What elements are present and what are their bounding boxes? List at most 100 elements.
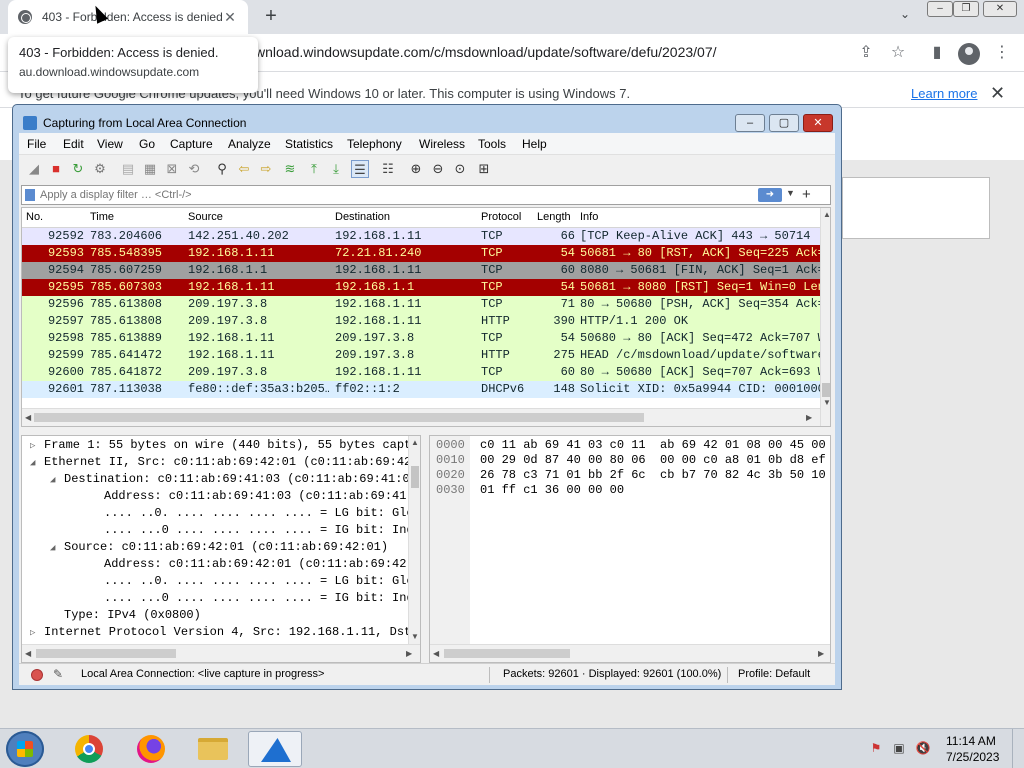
menu-analyze[interactable]: Analyze xyxy=(228,137,271,151)
packet-row[interactable]: 92598 785.613889 192.168.1.11 209.197.3.8 TC… xyxy=(22,330,820,347)
side-panel-icon[interactable]: ▮ xyxy=(927,43,947,63)
go-forward-icon[interactable]: ⇨ xyxy=(257,160,275,178)
packet-row[interactable]: 92594 785.607259 192.168.1.1 192.168.1.11 TC… xyxy=(22,262,820,279)
packet-list-vscrollbar[interactable]: ▲ ▼ xyxy=(820,208,830,426)
menu-statistics[interactable]: Statistics xyxy=(285,137,333,151)
restart-capture-icon[interactable]: ↻ xyxy=(69,160,87,178)
zoom-out-icon[interactable]: ⊖ xyxy=(429,160,447,178)
menu-help[interactable]: Help xyxy=(522,137,547,151)
volume-muted-icon[interactable]: 🔇 xyxy=(915,741,931,757)
display-filter-input[interactable] xyxy=(40,187,740,203)
detail-tree-item[interactable]: Address: c0:11:ab:69:41:03 (c0:11:ab:69:… xyxy=(22,489,408,506)
detail-tree-item[interactable]: .... ...0 .... .... .... .... = IG bit: … xyxy=(22,591,408,608)
zoom-reset-icon[interactable]: ⊙ xyxy=(451,160,469,178)
byte-hex-row[interactable]: c0 11 ab 69 41 03 c0 11 ab 69 42 01 08 0… xyxy=(480,438,826,452)
taskbar-firefox[interactable] xyxy=(124,731,178,767)
autoscroll-icon[interactable]: ☰ xyxy=(351,160,369,178)
scroll-left-icon[interactable]: ◀ xyxy=(25,413,31,422)
tree-toggle-icon[interactable]: ▷ xyxy=(30,628,35,638)
taskbar-chrome[interactable] xyxy=(62,731,116,767)
tree-toggle-icon[interactable]: ◢ xyxy=(50,543,55,553)
network-icon[interactable]: ▣ xyxy=(891,741,907,757)
close-file-icon[interactable]: ⊠ xyxy=(163,160,181,178)
packet-row[interactable]: 92593 785.548395 192.168.1.11 72.21.81.240 T… xyxy=(22,245,820,262)
tree-toggle-icon[interactable]: ◢ xyxy=(50,475,55,485)
profile-avatar-icon[interactable] xyxy=(958,43,980,65)
reload-file-icon[interactable]: ⟲ xyxy=(185,160,203,178)
go-to-packet-icon[interactable]: ≋ xyxy=(281,160,299,178)
ws-close-button[interactable]: ✕ xyxy=(803,114,833,132)
col-header-protocol[interactable]: Protocol xyxy=(481,211,521,223)
star-icon[interactable]: ☆ xyxy=(888,43,908,63)
scroll-up-icon[interactable]: ▲ xyxy=(823,210,830,219)
detail-tree-item[interactable]: .... ...0 .... .... .... .... = IG bit: … xyxy=(22,523,408,540)
detail-tree-item[interactable]: ◢ Destination: c0:11:ab:69:41:03 (c0:11:a… xyxy=(22,472,408,489)
bytes-scroll-right-icon[interactable]: ▶ xyxy=(818,649,824,658)
capture-options-icon[interactable]: ⚙ xyxy=(91,160,109,178)
bytes-hscrollbar[interactable]: ◀ ▶ xyxy=(430,644,830,662)
share-icon[interactable]: ⇪ xyxy=(856,43,876,63)
byte-hex-row[interactable]: 01 ff c1 36 00 00 00 xyxy=(480,483,624,497)
details-scroll-down-icon[interactable]: ▼ xyxy=(411,632,419,641)
col-header-destination[interactable]: Destination xyxy=(335,211,390,223)
byte-hex-row[interactable]: 00 29 0d 87 40 00 80 06 00 00 c0 a8 01 0… xyxy=(480,453,826,467)
browser-tab[interactable]: 403 - Forbidden: Access is denied. ✕ xyxy=(8,0,248,34)
save-file-icon[interactable]: ▦ xyxy=(141,160,159,178)
col-header-time[interactable]: Time xyxy=(90,211,114,223)
details-vscrollbar[interactable]: ▲ ▼ xyxy=(408,436,420,644)
restore-button[interactable]: ❐ xyxy=(953,1,979,17)
go-back-icon[interactable]: ⇦ xyxy=(235,160,253,178)
col-header-length[interactable]: Length xyxy=(537,211,571,223)
menu-wireless[interactable]: Wireless xyxy=(419,137,465,151)
bytes-hscroll-thumb[interactable] xyxy=(444,649,570,658)
menu-tools[interactable]: Tools xyxy=(478,137,506,151)
status-profile[interactable]: Profile: Default xyxy=(738,668,810,680)
detail-tree-item[interactable]: ▷ Frame 1: 55 bytes on wire (440 bits), 5… xyxy=(22,438,408,455)
detail-tree-item[interactable]: ◢ Source: c0:11:ab:69:42:01 (c0:11:ab:69:… xyxy=(22,540,408,557)
menu-go[interactable]: Go xyxy=(139,137,155,151)
resize-columns-icon[interactable]: ⊞ xyxy=(475,160,493,178)
new-tab-button[interactable]: + xyxy=(260,5,282,27)
details-scroll-up-icon[interactable]: ▲ xyxy=(411,438,419,447)
info-bar-close-icon[interactable]: ✕ xyxy=(990,83,1005,104)
start-capture-icon[interactable]: ◢ xyxy=(25,160,43,178)
clock-date[interactable]: 7/25/2023 xyxy=(946,750,999,764)
close-window-button[interactable]: ✕ xyxy=(983,1,1017,17)
tab-close-icon[interactable]: ✕ xyxy=(222,9,238,26)
col-header-info[interactable]: Info xyxy=(580,211,598,223)
menu-file[interactable]: File xyxy=(27,137,46,151)
menu-telephony[interactable]: Telephony xyxy=(347,137,402,151)
bookmark-icon[interactable] xyxy=(25,189,35,201)
packet-row[interactable]: 92596 785.613808 209.197.3.8 192.168.1.11 TC… xyxy=(22,296,820,313)
address-bar[interactable]: wnload.windowsupdate.com/c/msdownload/up… xyxy=(255,44,717,60)
detail-tree-item[interactable]: Address: c0:11:ab:69:42:01 (c0:11:ab:69:… xyxy=(22,557,408,574)
learn-more-link[interactable]: Learn more xyxy=(911,86,977,101)
detail-tree-item[interactable]: ▷ Internet Protocol Version 4, Src: 192.1… xyxy=(22,625,408,642)
details-hscrollbar[interactable]: ◀ ▶ xyxy=(22,644,420,662)
packet-row[interactable]: 92601 787.113038 fe80::def:35a3:b205… ff02:… xyxy=(22,381,820,398)
tree-toggle-icon[interactable]: ◢ xyxy=(30,458,35,468)
add-filter-button-icon[interactable]: + xyxy=(802,186,811,203)
packet-row[interactable]: 92597 785.613808 209.197.3.8 192.168.1.11 HT… xyxy=(22,313,820,330)
clock-time[interactable]: 11:14 AM xyxy=(946,734,996,748)
menu-capture[interactable]: Capture xyxy=(170,137,213,151)
start-button[interactable] xyxy=(6,731,44,767)
apply-filter-arrow-icon[interactable]: ➜ xyxy=(758,188,782,202)
open-file-icon[interactable]: ▤ xyxy=(119,160,137,178)
menu-edit[interactable]: Edit xyxy=(63,137,84,151)
scroll-right-icon[interactable]: ▶ xyxy=(806,413,812,422)
details-scroll-right-icon[interactable]: ▶ xyxy=(406,649,412,658)
action-center-flag-icon[interactable]: ⚑ xyxy=(868,741,884,757)
more-menu-icon[interactable]: ⋮ xyxy=(992,43,1012,63)
colorize-icon[interactable]: ☷ xyxy=(379,160,397,178)
packet-row[interactable]: 92599 785.641472 192.168.1.11 209.197.3.8 HT… xyxy=(22,347,820,364)
capture-status-icon[interactable] xyxy=(31,669,43,681)
find-packet-icon[interactable]: ⚲ xyxy=(213,160,231,178)
col-header-no[interactable]: No. xyxy=(26,211,43,223)
detail-tree-item[interactable]: Type: IPv4 (0x0800) xyxy=(22,608,408,625)
packet-list-hscroll-thumb[interactable] xyxy=(34,413,644,422)
detail-tree-item[interactable]: .... ..0. .... .... .... .... = LG bit: … xyxy=(22,574,408,591)
detail-tree-item[interactable]: ◢ Ethernet II, Src: c0:11:ab:69:42:01 (c0… xyxy=(22,455,408,472)
filter-dropdown-icon[interactable]: ▼ xyxy=(786,188,795,198)
details-vscroll-thumb[interactable] xyxy=(411,466,419,488)
